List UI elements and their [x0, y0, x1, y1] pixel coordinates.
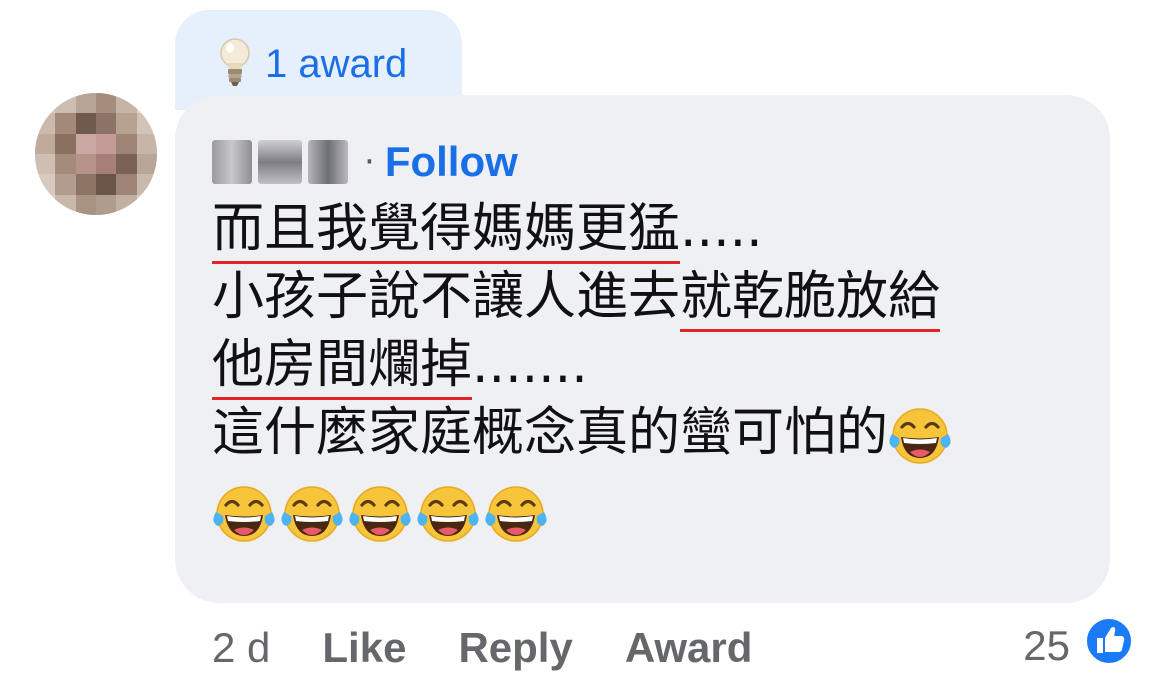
like-button[interactable]: Like [322, 624, 406, 672]
laughing-emoji-icon [212, 482, 276, 546]
laughing-emoji-icon [348, 482, 412, 546]
award-button[interactable]: Award [625, 624, 753, 672]
comment-screenshot: 1 award · Follow 而且我覺得媽媽更猛..... 小孩子說不讓人進… [0, 0, 1170, 681]
lightbulb-icon [217, 36, 253, 92]
reply-button[interactable]: Reply [458, 624, 572, 672]
reaction-summary[interactable]: 25 [1023, 616, 1134, 676]
underlined-text: 而且我覺得媽媽更猛 [212, 199, 681, 264]
comment-text: 而且我覺得媽媽更猛..... 小孩子說不讓人進去就乾脆放給 他房間爛掉.....… [212, 195, 1092, 547]
comment-text-fragment: 這什麼家庭概念真的蠻可怕的 [212, 403, 889, 463]
laughing-emoji-icon [280, 482, 344, 546]
laughing-emoji-icon [416, 482, 480, 546]
comment-text-fragment: 小孩子說不讓人進去 [212, 267, 681, 327]
underlined-text: 他房間爛掉 [212, 335, 473, 400]
comment-line-3: 他房間爛掉....... [212, 331, 1092, 400]
underlined-text: 就乾脆放給 [680, 267, 941, 332]
award-count: 1 award [265, 42, 408, 86]
author-row: · Follow [212, 137, 518, 187]
timestamp[interactable]: 2 d [212, 624, 270, 672]
follow-button[interactable]: Follow [385, 137, 518, 187]
comment-bubble: · Follow 而且我覺得媽媽更猛..... 小孩子說不讓人進去就乾脆放給 他… [175, 95, 1110, 603]
separator-dot: · [364, 142, 375, 182]
emoji-row [212, 481, 1092, 547]
comment-line-4: 這什麼家庭概念真的蠻可怕的 [212, 399, 1092, 467]
avatar[interactable] [35, 93, 157, 215]
comment-actions: 2 d Like Reply Award [212, 620, 804, 676]
laughing-emoji-icon [888, 404, 952, 468]
comment-text-fragment: ..... [680, 199, 763, 259]
laughing-emoji-icon [484, 482, 548, 546]
comment-line-1: 而且我覺得媽媽更猛..... [212, 195, 1092, 264]
thumbs-up-icon [1084, 616, 1134, 676]
reaction-count: 25 [1023, 622, 1070, 669]
comment-text-fragment: ....... [472, 335, 588, 395]
author-name-blurred[interactable] [212, 140, 348, 184]
comment-line-2: 小孩子說不讓人進去就乾脆放給 [212, 263, 1092, 332]
